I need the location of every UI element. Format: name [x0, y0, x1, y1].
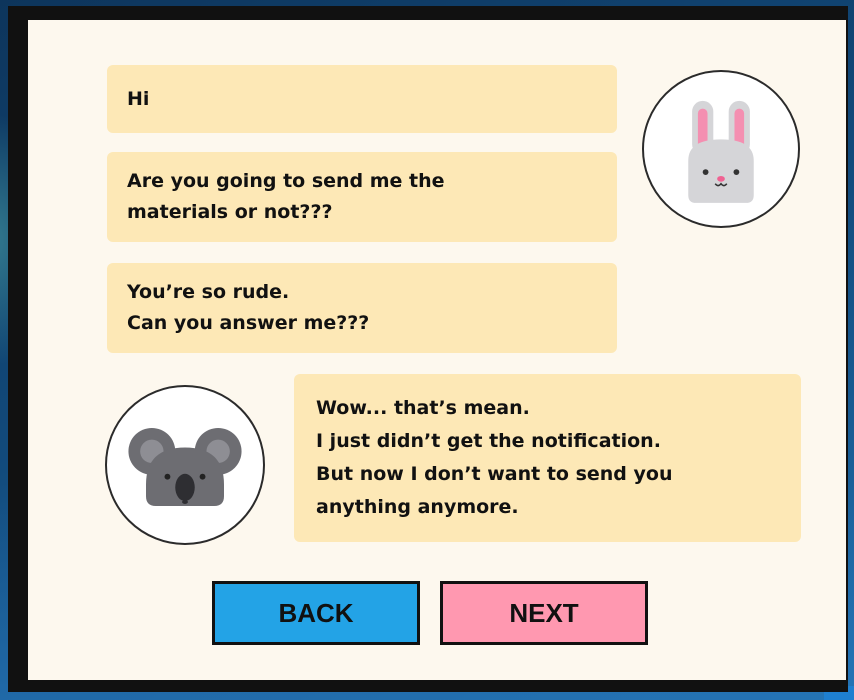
back-button[interactable]: BACK [212, 581, 420, 645]
bunny-icon [688, 100, 754, 203]
chat-panel: Hi Are you going to send me the material… [28, 20, 846, 680]
koala-icon [128, 427, 242, 506]
koala-avatar [105, 385, 265, 545]
message-bubble-koala-reply: Wow... that’s mean. I just didn’t get th… [294, 374, 801, 542]
window-frame: Hi Are you going to send me the material… [8, 6, 848, 692]
message-bubble-bunny-2: Are you going to send me the materials o… [107, 152, 617, 242]
message-bubble-bunny-1: Hi [107, 65, 617, 133]
next-button[interactable]: NEXT [440, 581, 648, 645]
message-bubble-bunny-3: You’re so rude. Can you answer me??? [107, 263, 617, 353]
bunny-avatar [642, 70, 800, 228]
